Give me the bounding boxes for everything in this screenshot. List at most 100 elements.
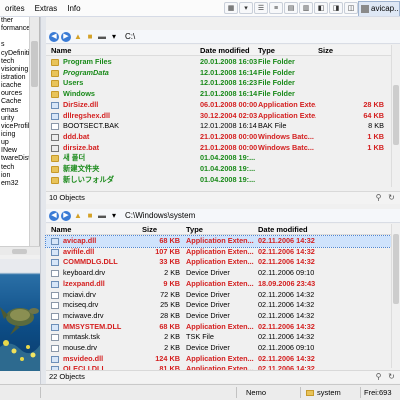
file-row[interactable]: avifile.dll 107 KB Application Exten... 02.… [46,247,391,258]
column-name[interactable]: Name [51,224,71,235]
view-dropdown-icon[interactable]: ▾ [239,2,253,14]
cell-date: 02.11.2006 09:10 [258,343,315,352]
tree-scroll-thumb[interactable] [31,41,38,87]
folder-icon[interactable]: ■ [85,32,95,42]
menu-extras[interactable]: Extras [30,0,63,17]
back-icon[interactable]: ◀ [49,210,59,221]
reload-icon[interactable]: ↻ [387,193,396,202]
tree-scrollbar[interactable] [29,17,39,255]
dropdown-icon[interactable]: ▾ [109,32,119,42]
column-size[interactable]: Size [318,45,333,56]
cell-type: Application Exten... [186,246,254,256]
file-row[interactable]: COMMDLG.DLL 33 KB Application Exten... 02.1… [46,257,391,268]
file-row[interactable]: dllregshex.dll 30.12.2004 02:03 Applicatio… [46,111,391,122]
tiles-view-icon[interactable]: ▥ [299,2,313,14]
tree-hscroll-thumb[interactable] [12,249,27,254]
forward-icon[interactable]: ▶ [61,31,71,42]
folder-icon [51,155,59,163]
cell-size: 72 KB [160,289,180,299]
stack-view-icon[interactable]: ◫ [344,2,358,14]
back-icon[interactable]: ◀ [49,31,59,42]
drive-icon[interactable]: ▬ [97,32,107,42]
dropdown-icon[interactable]: ▾ [109,211,119,221]
file-row[interactable]: mciwave.drv 28 KB Device Driver 02.11.2006 … [46,311,391,322]
file-icon [51,270,59,278]
menu-favorites[interactable]: orites [0,0,30,17]
up-folder-icon[interactable]: ▲ [73,211,83,221]
cell-name: mciwave.drv [63,310,104,320]
list-view-icon[interactable]: ☰ [254,2,268,14]
bottom-scroll-thumb[interactable] [393,234,399,304]
panel-right-icon[interactable]: ◨ [329,2,343,14]
sea-turtle-photo [0,259,40,371]
top-path[interactable]: C:\ [125,32,135,41]
top-object-count: 10 Objects [49,193,85,202]
panel-left-icon[interactable]: ◧ [314,2,328,14]
cell-name: avicap.dll [63,236,97,245]
tree-horizontal-scrollbar[interactable] [0,246,40,255]
column-date-modified[interactable]: Date modified [258,224,308,235]
file-row[interactable]: avicap.dll 68 KB Application Exten... 02.11… [45,235,392,248]
column-size[interactable]: Size [142,224,157,235]
file-row[interactable]: BOOTSECT.BAK 12.01.2008 16:14 BAK File 8 KB [46,121,391,132]
cell-name: avifile.dll [63,246,95,256]
tab-avicap[interactable]: avicap... [358,1,400,16]
cell-name: 新しいフォルダ [63,174,115,184]
file-row[interactable]: mouse.drv 2 KB Device Driver 02.11.2006 09:… [46,343,391,354]
filter-icon[interactable]: ⚲ [374,193,383,202]
cell-name: DirSize.dll [63,99,99,109]
file-row[interactable]: 새 폴더 01.04.2008 19:... [46,153,391,164]
cell-name: dllregshex.dll [63,110,111,120]
dll-file-icon [51,355,59,363]
file-row[interactable]: msvideo.dll 124 KB Application Exten... 02.… [46,354,391,365]
details-view-icon[interactable]: ≡ [269,2,283,14]
bottom-scrollbar[interactable] [391,224,400,368]
cell-type: File Folder [258,57,295,66]
top-table-header: Name Date modified Type Size [46,45,400,56]
view-grid-icon[interactable]: ▦ [224,2,238,14]
cell-name: MMSYSTEM.DLL [63,321,122,331]
file-row[interactable]: Program Files 20.01.2008 16:03 File Folder [46,57,391,68]
cell-size: 1 KB [367,142,384,152]
column-name[interactable]: Name [51,45,71,56]
top-scrollbar[interactable] [391,45,400,187]
bottom-table-header: Name Size Type Date modified [46,224,400,235]
cell-date: 20.01.2008 16:03 [200,57,258,66]
file-row[interactable]: keyboard.drv 2 KB Device Driver 02.11.2006 … [46,268,391,279]
up-folder-icon[interactable]: ▲ [73,32,83,42]
folder-icon [51,69,59,77]
column-type[interactable]: Type [258,45,275,56]
file-row[interactable]: MMSYSTEM.DLL 68 KB Application Exten... 02.… [46,322,391,333]
drive-icon[interactable]: ▬ [97,211,107,221]
reload-icon[interactable]: ↻ [387,372,396,381]
separator [360,387,361,398]
file-row[interactable]: ProgramData 12.01.2008 16:14 File Folder [46,68,391,79]
window-statusbar: Nemo system Frei:693 [0,384,400,400]
cell-type: BAK File [258,121,287,131]
file-row[interactable]: dirsize.bat 21.01.2008 00:00 Windows Batc.… [46,143,391,154]
forward-icon[interactable]: ▶ [61,210,71,221]
file-row[interactable]: mciseq.drv 25 KB Device Driver 02.11.2006 1… [46,300,391,311]
folder-icon[interactable]: ■ [85,211,95,221]
file-row[interactable]: Windows 21.01.2008 16:14 File Folder [46,89,391,100]
current-folder: system [306,385,341,400]
filter-icon[interactable]: ⚲ [374,372,383,381]
thumbnail-view-icon[interactable]: ▤ [284,2,298,14]
file-row[interactable]: Users 12.01.2008 16:23 File Folder [46,78,391,89]
column-date-modified[interactable]: Date modified [200,45,250,56]
bottom-path[interactable]: C:\Windows\system [125,211,195,220]
file-row[interactable]: 新建文件夹 01.04.2008 19:... [46,164,391,175]
cell-type: Application Exten... [186,257,254,267]
file-row[interactable]: mciavi.drv 72 KB Device Driver 02.11.2006 1… [46,290,391,301]
top-scroll-thumb[interactable] [393,85,399,145]
file-row[interactable]: mmtask.tsk 2 KB TSK File 02.11.2006 14:32 [46,332,391,343]
menu-info[interactable]: Info [62,0,85,17]
cell-name: Windows [63,89,95,99]
menubar: orites Extras Info ▦ ▾ ☰ ≡ ▤ ▥ ◧ ◨ ◫ avi… [0,0,400,17]
column-type[interactable]: Type [186,224,203,235]
file-row[interactable]: lzexpand.dll 9 KB Application Exten... 18.0… [46,279,391,290]
file-row[interactable]: 新しいフォルダ 01.04.2008 19:... [46,175,391,186]
file-row[interactable]: ddd.bat 21.01.2008 00:00 Windows Batc... 1 … [46,132,391,143]
file-icon [51,302,59,310]
file-row[interactable]: DirSize.dll 06.01.2008 00:00 Application E… [46,100,391,111]
